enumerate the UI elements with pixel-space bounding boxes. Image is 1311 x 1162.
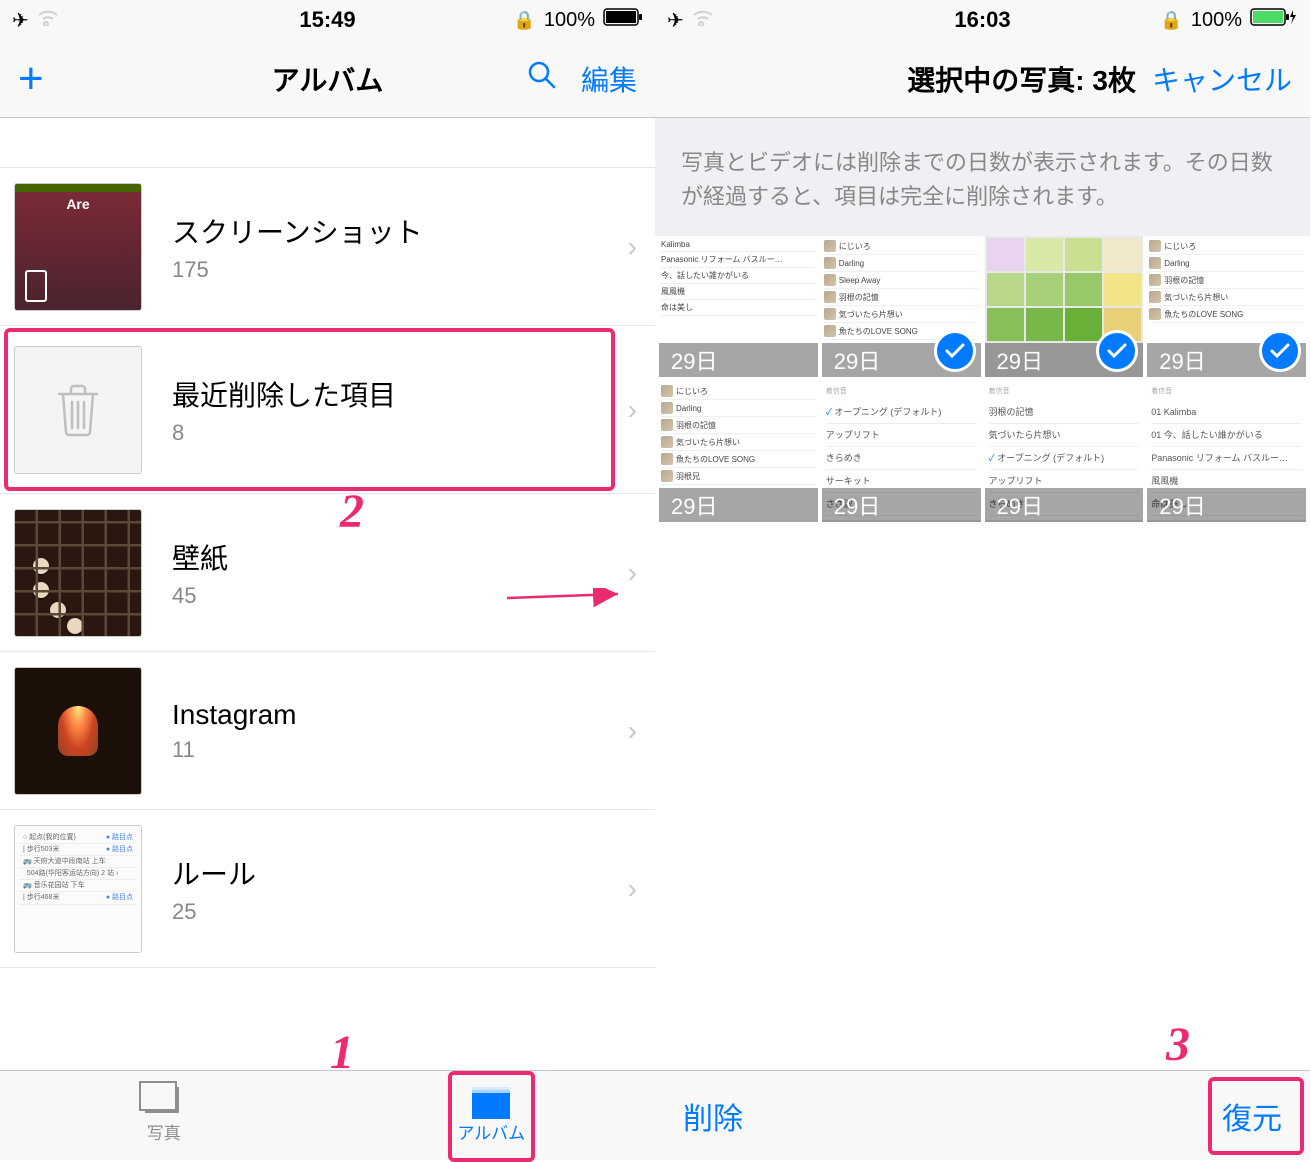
status-time: 15:49 [299,7,355,33]
annotation-2: 2 [340,484,364,539]
album-thumb [14,667,142,795]
grid-item[interactable]: にじいろDarling羽根の記憶気づいたら片想い魚たちのLOVE SONG 29… [1147,236,1306,377]
album-thumb [14,183,142,311]
days-remaining: 29日 [822,488,981,522]
grid-item[interactable]: KalimbaPanasonic リフォーム バスルー…今、話したい誰かがいる風… [659,236,818,377]
tab-photos[interactable]: 写真 [0,1071,328,1160]
left-screen: ✈︎ 15:49 🔒 100% + アルバム 編集 [0,0,655,1160]
airplane-icon: ✈︎ [12,8,29,33]
album-thumb-trash [14,346,142,474]
battery-charging-icon [1250,8,1298,32]
tab-label: 写真 [147,1119,181,1144]
grid-item[interactable]: 29日 [985,236,1144,377]
albums-icon [472,1087,510,1117]
nav-title: 選択中の写真: 3枚 [907,59,1136,99]
album-row-partial[interactable] [0,118,655,168]
grid-item[interactable]: にじいろDarlingSleep Away羽根の記憶気づいたら片想い魚たちのLO… [822,236,981,377]
rotation-lock-icon: 🔒 [513,10,535,31]
bottom-toolbar: 削除 復元 [655,1070,1310,1160]
annotation-1: 1 [330,1025,354,1080]
status-time: 16:03 [954,7,1010,33]
album-count: 25 [172,899,628,925]
chevron-right-icon: › [628,873,655,905]
grid-item[interactable]: にじいろDarling羽根の記憶気づいたら片想い魚たちのLOVE SONG羽根兄… [659,381,818,522]
grid-item[interactable]: 着信音オープニング (デフォルト)アップリフトきらめきサーキットさざ波 29日 [822,381,981,522]
days-remaining: 29日 [659,343,818,377]
days-remaining: 29日 [659,488,818,522]
search-icon[interactable] [527,60,557,97]
status-bar: ✈︎ 16:03 🔒 100% [655,0,1310,40]
photos-icon [145,1087,183,1117]
chevron-right-icon: › [628,231,655,263]
rotation-lock-icon: 🔒 [1160,10,1182,31]
info-banner: 写真とビデオには削除までの日数が表示されます。その日数が経過すると、項目は完全に… [655,118,1310,236]
status-bar: ✈︎ 15:49 🔒 100% [0,0,655,40]
battery-percent: 100% [544,9,595,32]
album-row-screenshots[interactable]: スクリーンショット 175 › [0,168,655,326]
wifi-icon [37,9,59,32]
annotation-3: 3 [1166,1017,1190,1072]
nav-title: アルバム [272,59,384,99]
airplane-icon: ✈︎ [667,8,684,33]
grid-item[interactable]: 着信音羽根の記憶気づいたら片想いオープニング (デフォルト)アップリフトきらめき… [985,381,1144,522]
album-name: スクリーンショット [172,211,628,251]
album-name: 壁紙 [172,537,628,577]
tab-albums[interactable]: アルバム [328,1071,656,1160]
photo-thumb [985,236,1144,343]
album-thumb [14,509,142,637]
album-name: Instagram [172,699,628,731]
nav-bar: + アルバム 編集 [0,40,655,118]
album-row-wallpaper[interactable]: 壁紙 45 › [0,494,655,652]
cancel-button[interactable]: キャンセル [1152,59,1292,99]
delete-button[interactable]: 削除 [683,1094,743,1138]
battery-icon [603,8,643,32]
nav-bar: 選択中の写真: 3枚 キャンセル [655,40,1310,118]
add-button[interactable]: + [18,57,44,101]
album-row-rules[interactable]: ○ 起点(我的位置)● 路目点 | 歩行503米● 路目点 🚌 天府大道中段南站… [0,810,655,968]
tab-bar: 写真 アルバム [0,1070,655,1160]
album-count: 175 [172,257,628,283]
tab-label: アルバム [457,1119,525,1144]
chevron-right-icon: › [628,394,655,426]
album-count: 11 [172,737,628,763]
annotation-arrow [445,588,685,608]
days-remaining: 29日 [985,488,1144,522]
trash-icon [53,382,103,438]
battery-percent: 100% [1191,9,1242,32]
right-screen: ✈︎ 16:03 🔒 100% 選択中の写真: 3枚 キャンセル 写真とビデオに… [655,0,1310,1160]
album-name: ルール [172,853,628,893]
selected-check-icon [934,330,976,372]
album-name: 最近削除した項目 [172,374,628,414]
days-remaining: 29日 [1147,488,1306,522]
wifi-icon [692,9,714,32]
edit-button[interactable]: 編集 [581,59,637,99]
chevron-right-icon: › [628,557,655,589]
chevron-right-icon: › [628,715,655,747]
album-count: 8 [172,420,628,446]
recover-button[interactable]: 復元 [1222,1094,1282,1138]
grid-item[interactable]: 着信音01 Kalimba01 今、話したい誰かがいるPanasonic リフォ… [1147,381,1306,522]
deleted-photos-grid: KalimbaPanasonic リフォーム バスルー…今、話したい誰かがいる風… [655,236,1310,522]
album-row-recently-deleted[interactable]: 最近削除した項目 8 › [0,326,655,494]
album-thumb: ○ 起点(我的位置)● 路目点 | 歩行503米● 路目点 🚌 天府大道中段南站… [14,825,142,953]
album-row-instagram[interactable]: Instagram 11 › [0,652,655,810]
selected-check-icon [1259,330,1301,372]
